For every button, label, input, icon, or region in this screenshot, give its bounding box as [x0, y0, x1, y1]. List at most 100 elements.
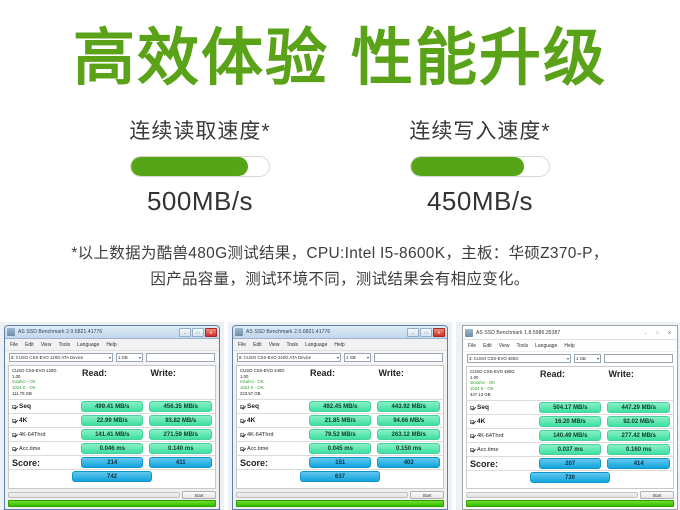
menu-item-file[interactable]: File	[10, 342, 18, 348]
total-score-row: 730	[467, 471, 673, 484]
path-input[interactable]	[604, 354, 673, 363]
window-controls: – □ ✕	[407, 327, 445, 337]
window-titlebar[interactable]: AS SSD Benchmark 2.0.6821.41776 – □ ✕	[5, 326, 219, 339]
disclaimer-line-1: *以上数据为酷兽480G测试结果，CPU:Intel I5-8600K，主板：华…	[71, 245, 609, 263]
device-select[interactable]: 8: CUSO CSS-EVO 120G ATA Device ▾	[9, 353, 113, 362]
menu-item-language[interactable]: Language	[305, 342, 327, 348]
chevron-down-icon: ▾	[336, 355, 339, 360]
seq-label: Seq	[477, 404, 489, 411]
menu-item-edit[interactable]: Edit	[253, 342, 262, 348]
4k-64thrd-label: 4K-64Thrd	[477, 432, 504, 439]
seq-checkbox[interactable]	[240, 404, 244, 409]
path-input[interactable]	[146, 353, 215, 362]
write-column-header: Write:	[378, 368, 404, 378]
seq-read-cell: 499.41 MB/s	[78, 400, 146, 413]
acc-time-read-cell: 0.037 ms	[536, 443, 604, 456]
4k-checkbox[interactable]	[12, 418, 16, 423]
maximize-button[interactable]: □	[192, 327, 204, 337]
seq-checkbox[interactable]	[12, 404, 16, 409]
write-column-header: Write:	[150, 368, 176, 378]
score-label-cell: Score:	[467, 457, 536, 470]
menu-item-help[interactable]: Help	[334, 342, 344, 348]
4k-64thrd-write-value: 263.12 MB/s	[377, 429, 440, 440]
menu-item-language[interactable]: Language	[77, 342, 99, 348]
table-row: Acc.time 0.037 ms 0.160 ms	[467, 443, 673, 457]
app-icon	[465, 328, 473, 337]
4k-64thrd-checkbox[interactable]	[240, 432, 244, 437]
start-button[interactable]: Start	[640, 491, 674, 499]
speed-meters: 连续读取速度* 500MB/s 连续写入速度* 450MB/s	[0, 115, 680, 217]
menu-item-view[interactable]: View	[499, 343, 510, 349]
write-speed-block: 连续写入速度* 450MB/s	[340, 115, 620, 217]
seq-checkbox[interactable]	[470, 405, 474, 410]
menu-item-view[interactable]: View	[41, 342, 52, 348]
minimize-button[interactable]: –	[407, 327, 419, 337]
4k-64thrd-checkbox[interactable]	[12, 432, 16, 437]
maximize-button[interactable]: □	[652, 328, 663, 337]
score-write-value: 402	[377, 457, 440, 468]
device-select[interactable]: 3: CUSO CSS-EVO 480G ▾	[467, 354, 571, 363]
read-column-header: Read:	[82, 368, 108, 378]
acc-time-checkbox[interactable]	[12, 446, 16, 451]
4k-64thrd-label: 4K-64Thrd	[247, 431, 274, 438]
window-titlebar[interactable]: AS SSD Benchmark 1.8.5986.35387 – □ ✕	[463, 326, 677, 340]
seq-read-value: 499.41 MB/s	[81, 401, 144, 412]
path-input[interactable]	[374, 353, 443, 362]
minimize-button[interactable]: –	[640, 328, 651, 337]
menu-item-help[interactable]: Help	[564, 343, 574, 349]
row-label-cell: 4K-64Thrd	[237, 428, 306, 441]
acc-time-checkbox[interactable]	[240, 446, 244, 451]
score-label: Score:	[470, 458, 499, 469]
menu-bar: File Edit View Tools Language Help	[463, 340, 677, 352]
minimize-button[interactable]: –	[179, 327, 191, 337]
device-select-value: 8: CUSO CSS-EVO 240G ATA Device	[239, 355, 312, 360]
size-select[interactable]: 1 GB ▾	[344, 353, 371, 362]
4k-64thrd-write-cell: 277.42 MB/s	[604, 429, 672, 442]
device-select[interactable]: 8: CUSO CSS-EVO 240G ATA Device ▾	[237, 353, 341, 362]
menu-item-tools[interactable]: Tools	[286, 342, 298, 348]
row-label-cell: Seq	[237, 400, 306, 413]
menu-item-file[interactable]: File	[238, 342, 246, 348]
close-button[interactable]: ✕	[205, 327, 217, 337]
score-read-value: 214	[81, 457, 144, 468]
table-row: 4K-64Thrd 140.49 MB/s 277.42 MB/s	[467, 429, 673, 443]
maximize-button[interactable]: □	[420, 327, 432, 337]
chevron-down-icon: ▾	[596, 356, 599, 361]
acc-time-write-cell: 0.150 ms	[374, 442, 442, 455]
4k-checkbox[interactable]	[470, 419, 474, 424]
start-button[interactable]: Start	[410, 491, 444, 499]
start-button[interactable]: Start	[182, 491, 216, 499]
chevron-down-icon: ▾	[366, 355, 369, 360]
menu-item-tools[interactable]: Tools	[58, 342, 70, 348]
window-controls: – □ ✕	[179, 327, 217, 337]
menu-item-view[interactable]: View	[269, 342, 280, 348]
total-score-row: 637	[237, 470, 443, 483]
4k-read-value: 22.99 MB/s	[81, 415, 144, 426]
size-select[interactable]: 1 GB ▾	[574, 354, 601, 363]
chevron-down-icon: ▾	[138, 355, 141, 360]
total-score-row: 742	[9, 470, 215, 483]
close-button[interactable]: ✕	[664, 328, 675, 337]
acc-time-read-cell: 0.045 ms	[306, 442, 374, 455]
menu-item-help[interactable]: Help	[106, 342, 116, 348]
menu-item-edit[interactable]: Edit	[483, 343, 492, 349]
menu-item-edit[interactable]: Edit	[25, 342, 34, 348]
seq-label: Seq	[19, 403, 31, 410]
table-header-row: CUSO CSS-EVO 240G 1.00 msahci - OK 1024 …	[237, 366, 443, 400]
progress-bar	[236, 492, 408, 498]
score-row: Score: 151 402	[237, 456, 443, 470]
status-bar	[236, 500, 444, 507]
acc-time-checkbox[interactable]	[470, 447, 474, 452]
menu-item-tools[interactable]: Tools	[516, 343, 528, 349]
table-row: 4K 16.20 MB/s 92.02 MB/s	[467, 415, 673, 429]
window-titlebar[interactable]: AS SSD Benchmark 2.0.6821.41776 – □ ✕	[233, 326, 447, 339]
4k-read-value: 21.85 MB/s	[309, 415, 372, 426]
4k-checkbox[interactable]	[240, 418, 244, 423]
score-write-value: 411	[149, 457, 212, 468]
menu-item-file[interactable]: File	[468, 343, 476, 349]
menu-item-language[interactable]: Language	[535, 343, 557, 349]
seq-write-value: 456.35 MB/s	[149, 401, 212, 412]
close-button[interactable]: ✕	[433, 327, 445, 337]
size-select[interactable]: 1 GB ▾	[116, 353, 143, 362]
4k-64thrd-checkbox[interactable]	[470, 433, 474, 438]
